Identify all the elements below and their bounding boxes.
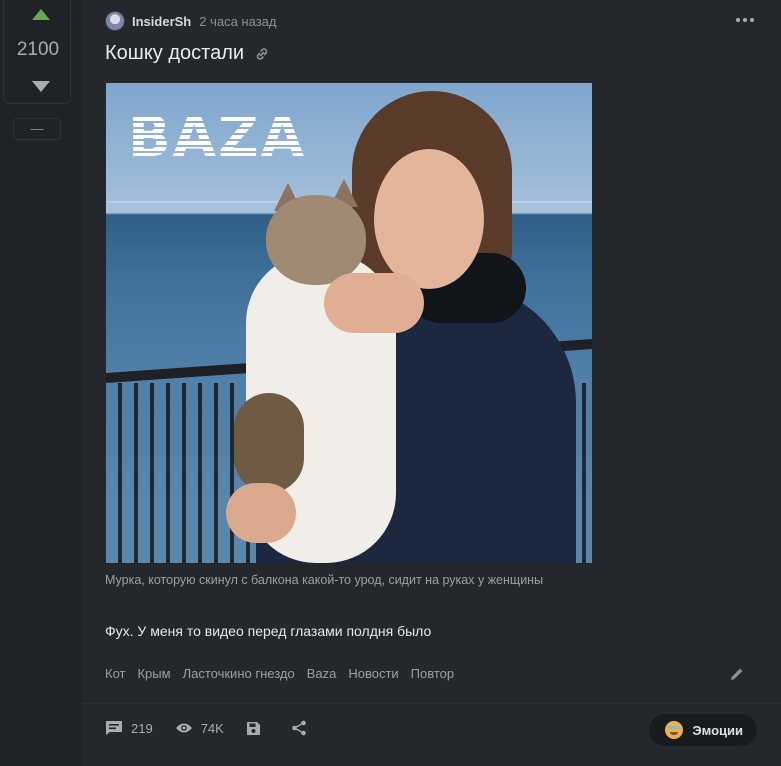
- vote-up-icon[interactable]: [32, 9, 50, 20]
- tag-list: Кот Крым Ласточкино гнездо Baza Новости …: [105, 666, 454, 681]
- emotions-label: Эмоции: [692, 722, 743, 738]
- tag-item[interactable]: Крым: [137, 666, 170, 681]
- more-icon[interactable]: [736, 18, 754, 22]
- story-image[interactable]: BAZA: [106, 83, 592, 563]
- views-counter: 74K: [175, 721, 224, 736]
- save-icon: [246, 721, 260, 735]
- rating-value: 2100: [16, 39, 60, 60]
- share-icon: [292, 720, 306, 736]
- author-name[interactable]: InsiderSh: [132, 14, 191, 29]
- image-caption: Мурка, которую скинул с балкона какой-то…: [105, 573, 544, 587]
- story-card: InsiderSh 2 часа назад Кошку достали BAZ…: [82, 0, 781, 766]
- rating-column: 2100 —: [0, 0, 82, 766]
- story-title[interactable]: Кошку достали: [105, 42, 244, 65]
- tag-item[interactable]: Кот: [105, 666, 125, 681]
- comments-icon: [106, 721, 122, 735]
- views-count: 74K: [200, 720, 224, 736]
- rating-box: 2100: [3, 0, 71, 104]
- link-icon[interactable]: [254, 46, 270, 62]
- collapse-button[interactable]: —: [13, 118, 61, 140]
- tag-item[interactable]: Повтор: [411, 666, 454, 681]
- post-time: 2 часа назад: [199, 13, 277, 29]
- edit-icon[interactable]: [729, 666, 745, 682]
- emotion-face-icon: [665, 721, 684, 739]
- story-header: InsiderSh 2 часа назад: [105, 10, 276, 32]
- comments-button[interactable]: 219: [105, 720, 153, 736]
- share-button[interactable]: [291, 720, 315, 736]
- tag-item[interactable]: Новости: [348, 666, 398, 681]
- image-logo: BAZA: [128, 105, 306, 170]
- story-body: Фух. У меня то видео перед глазами полдн…: [105, 623, 432, 639]
- avatar[interactable]: [105, 11, 125, 31]
- vote-down-icon[interactable]: [32, 81, 50, 92]
- comments-count: 219: [131, 720, 153, 736]
- emotions-button[interactable]: Эмоции: [649, 714, 757, 746]
- save-button[interactable]: [246, 721, 269, 736]
- tag-item[interactable]: Ласточкино гнездо: [183, 666, 295, 681]
- story-footer: 219 74K: [105, 720, 337, 736]
- footer-divider: [82, 703, 781, 704]
- tag-item[interactable]: Baza: [307, 666, 337, 681]
- views-icon: [175, 723, 192, 733]
- story-title-row: Кошку достали: [105, 42, 270, 65]
